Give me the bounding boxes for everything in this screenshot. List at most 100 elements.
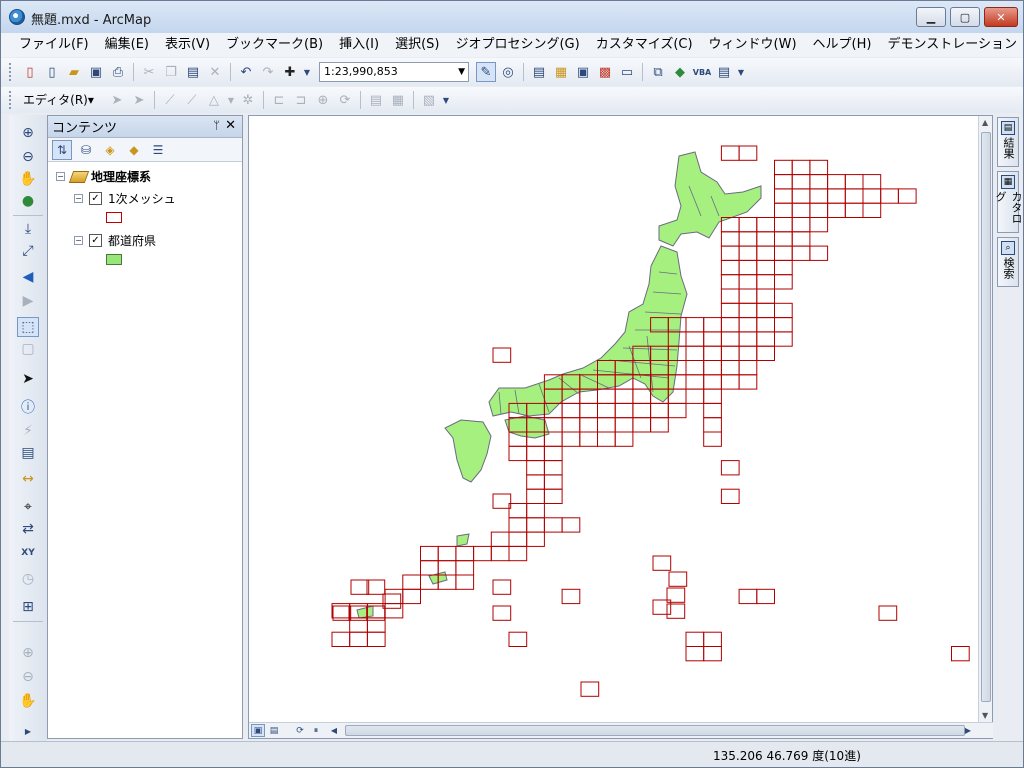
model-builder-icon[interactable]: ⧉ <box>648 62 668 82</box>
measure-icon[interactable]: ↔ <box>17 469 39 489</box>
georeferencing-icon[interactable]: ◎ <box>498 62 518 82</box>
minimize-button[interactable]: ▁ <box>916 7 946 27</box>
menu-edit[interactable]: 編集(E) <box>97 34 157 56</box>
menu-view[interactable]: 表示(V) <box>157 34 218 56</box>
editor-toolbar-icon[interactable]: ✎ <box>476 62 496 82</box>
list-by-source-icon[interactable]: ⛁ <box>76 140 96 160</box>
vertical-scroll-thumb[interactable] <box>981 132 991 702</box>
print-icon[interactable]: ⎙ <box>108 62 128 82</box>
layer-row-mesh[interactable]: − ✓ 1次メッシュ <box>74 190 176 207</box>
layer-visibility-checkbox[interactable]: ✓ <box>89 192 102 205</box>
collapse-icon[interactable]: − <box>74 194 83 203</box>
scroll-left-icon[interactable]: ◀ <box>327 724 341 737</box>
construction-tools-icon[interactable]: △ <box>204 90 224 110</box>
options-icon[interactable]: ☰ <box>148 140 168 160</box>
arctoolbox-icon[interactable]: ▩ <box>595 62 615 82</box>
map-scale-combobox[interactable]: 1:23,990,853 ▼ <box>319 62 469 82</box>
cut-polygons-icon[interactable]: ⊐ <box>291 90 311 110</box>
scroll-down-icon[interactable]: ▼ <box>982 711 988 720</box>
prefecture-symbol-swatch[interactable] <box>106 254 122 265</box>
copy-icon[interactable]: ❐ <box>161 62 181 82</box>
pin-icon[interactable]: ᛘ <box>213 119 220 132</box>
layer-label[interactable]: 都道府県 <box>108 232 156 249</box>
layout-view-icon[interactable]: ▤ <box>267 724 281 737</box>
search-tab[interactable]: ⌕ 検索 <box>997 237 1019 287</box>
add-data-icon[interactable]: ✚ <box>280 62 300 82</box>
toolbar-grip[interactable] <box>9 63 13 81</box>
html-popup-icon[interactable]: ▤ <box>17 443 39 463</box>
scroll-up-icon[interactable]: ▲ <box>982 118 988 127</box>
close-icon[interactable]: ✕ <box>225 118 236 133</box>
open-folder-icon[interactable]: ▰ <box>64 62 84 82</box>
sketch-properties-icon[interactable]: ▦ <box>388 90 408 110</box>
menu-insert[interactable]: 挿入(I) <box>331 34 387 56</box>
clear-selection-icon[interactable]: ▢ <box>17 339 39 359</box>
rotate-tool-icon[interactable]: ⟳ <box>335 90 355 110</box>
reshape-feature-icon[interactable]: ⊏ <box>269 90 289 110</box>
mesh-symbol-swatch[interactable] <box>106 212 122 223</box>
table-of-contents-icon[interactable]: ▤ <box>529 62 549 82</box>
macro-icon[interactable]: ▤ <box>714 62 734 82</box>
refresh-icon[interactable]: ⟳ <box>293 724 307 737</box>
layer-label[interactable]: 1次メッシュ <box>108 190 176 207</box>
select-elements-arrow-icon[interactable]: ➤ <box>17 369 39 389</box>
scroll-right-icon[interactable]: ▶ <box>961 724 975 737</box>
pan-hand-icon[interactable]: ✋ <box>17 169 39 189</box>
pause-drawing-icon[interactable]: ⏸ <box>309 724 323 737</box>
delete-icon[interactable]: ✕ <box>205 62 225 82</box>
zoom-in-icon[interactable]: ⊕ <box>17 123 39 143</box>
toolbar-options-icon[interactable]: ▼ <box>736 62 746 82</box>
menu-help[interactable]: ヘルプ(H) <box>805 34 880 56</box>
new-document-icon[interactable]: ▯ <box>20 62 40 82</box>
hyperlink-icon[interactable]: ⚡ <box>17 421 39 441</box>
collapse-icon[interactable]: − <box>56 172 65 181</box>
edit-tool-icon[interactable]: ➤ <box>107 90 127 110</box>
editor-menu-button[interactable]: エディタ(R)▾ <box>19 90 98 110</box>
list-by-visibility-icon[interactable]: ◈ <box>100 140 120 160</box>
toolbar-grip[interactable] <box>9 91 13 109</box>
layout-zoom-in-icon[interactable]: ⊕ <box>17 643 39 663</box>
cut-icon[interactable]: ✂ <box>139 62 159 82</box>
chevron-down-icon[interactable]: ▼ <box>226 90 236 110</box>
fixed-zoom-out-icon[interactable]: ⤢ <box>17 241 39 261</box>
find-binoculars-icon[interactable]: ⌖ <box>17 497 39 517</box>
create-viewer-window-icon[interactable]: ⊞ <box>17 597 39 617</box>
arcgis-online-icon[interactable]: ◆ <box>670 62 690 82</box>
menu-selection[interactable]: 選択(S) <box>387 34 447 56</box>
toolbar-options-icon[interactable]: ▼ <box>441 90 451 110</box>
horizontal-scroll-thumb[interactable] <box>345 725 965 736</box>
data-frame-row[interactable]: − 地理座標系 <box>56 168 151 185</box>
close-button[interactable]: ✕ <box>984 7 1018 27</box>
fixed-zoom-in-icon[interactable]: ⤓ <box>17 219 39 239</box>
layer-visibility-checkbox[interactable]: ✓ <box>89 234 102 247</box>
attributes-icon[interactable]: ▤ <box>366 90 386 110</box>
full-extent-globe-icon[interactable]: ● <box>17 191 39 211</box>
menu-demonstration[interactable]: デモンストレーション <box>879 34 1023 56</box>
zoom-out-icon[interactable]: ⊖ <box>17 147 39 167</box>
select-features-icon[interactable]: ⬚ <box>17 317 39 337</box>
layout-zoom-out-icon[interactable]: ⊖ <box>17 667 39 687</box>
vba-editor-icon[interactable]: VBA <box>692 62 712 82</box>
python-window-icon[interactable]: ▭ <box>617 62 637 82</box>
redo-icon[interactable]: ↷ <box>258 62 278 82</box>
search-window-icon[interactable]: ▣ <box>573 62 593 82</box>
layer-row-prefectures[interactable]: − ✓ 都道府県 <box>74 232 156 249</box>
results-tab[interactable]: ▤ 結果 <box>997 117 1019 167</box>
catalog-tab[interactable]: ▦ カタログ <box>994 171 1023 233</box>
forward-arrow-icon[interactable]: ▶ <box>17 291 39 311</box>
layout-pan-icon[interactable]: ✋ <box>17 691 39 711</box>
create-features-icon[interactable]: ▧ <box>419 90 439 110</box>
collapse-icon[interactable]: − <box>74 236 83 245</box>
map-display[interactable]: ▲ ▼ ▣ ▤ ⟳ ⏸ ◀ ▶ <box>248 115 993 739</box>
map-canvas[interactable] <box>249 116 979 720</box>
identify-info-icon[interactable]: ⓘ <box>17 397 39 417</box>
go-to-xy-icon[interactable]: XY <box>17 543 39 563</box>
menu-bookmarks[interactable]: ブックマーク(B) <box>218 34 331 56</box>
menu-file[interactable]: ファイル(F) <box>11 34 97 56</box>
new-blank-icon[interactable]: ▯ <box>42 62 62 82</box>
edit-vertices-icon[interactable]: ✲ <box>238 90 258 110</box>
vertical-scrollbar[interactable]: ▲ ▼ <box>978 116 992 722</box>
list-by-selection-icon[interactable]: ◆ <box>124 140 144 160</box>
title-bar[interactable]: 無題.mxd - ArcMap ▁ ▢ ✕ <box>1 1 1023 33</box>
menu-windows[interactable]: ウィンドウ(W) <box>701 34 805 56</box>
